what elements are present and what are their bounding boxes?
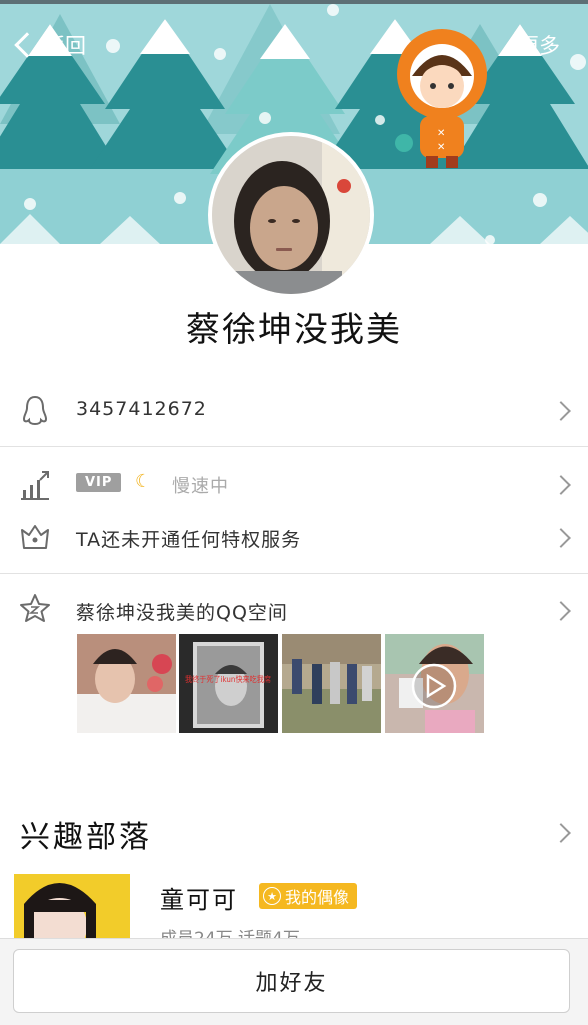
chevron-right-icon bbox=[551, 601, 571, 621]
back-button[interactable]: 返回 bbox=[12, 30, 86, 60]
privileges-text: TA还未开通任何特权服务 bbox=[76, 529, 302, 551]
level-chart-icon bbox=[21, 471, 49, 500]
idol-badge: ★ 我的偶像 bbox=[259, 883, 358, 909]
star-icon: ★ bbox=[263, 887, 281, 905]
crown-icon bbox=[21, 525, 49, 549]
vip-badge: VIP bbox=[76, 473, 122, 492]
qzone-photo[interactable] bbox=[77, 634, 176, 733]
star-icon bbox=[20, 594, 50, 622]
level-row[interactable]: VIP ☾ 慢速中 bbox=[0, 464, 588, 504]
group-avatar[interactable] bbox=[14, 874, 130, 944]
qq-number-row[interactable]: 3457412672 bbox=[0, 390, 588, 430]
qzone-title: 蔡徐坤没我美的QQ空间 bbox=[76, 602, 288, 624]
qzone-photo[interactable] bbox=[282, 634, 381, 733]
profile-nickname: 蔡徐坤没我美 bbox=[186, 310, 402, 350]
add-friend-label: 加好友 bbox=[255, 971, 328, 996]
qzone-photo[interactable]: 我终于死了ikun快来吃我席 bbox=[179, 634, 278, 733]
divider bbox=[0, 573, 588, 574]
privileges-row[interactable]: TA还未开通任何特权服务 bbox=[0, 517, 588, 557]
svg-text:✕: ✕ bbox=[437, 142, 445, 153]
bottom-action-bar: 加好友 bbox=[0, 938, 588, 1025]
chevron-right-icon bbox=[551, 401, 571, 421]
svg-text:✕: ✕ bbox=[437, 128, 445, 139]
divider bbox=[0, 446, 588, 447]
qzone-photo-caption: 我终于死了ikun快来吃我席 bbox=[185, 674, 271, 684]
more-label: 更多 bbox=[518, 34, 560, 58]
penguin-icon bbox=[22, 395, 48, 426]
chevron-right-icon bbox=[551, 475, 571, 495]
moon-icon: ☾ bbox=[135, 471, 152, 492]
chevron-right-icon bbox=[551, 528, 571, 548]
chevron-right-icon[interactable] bbox=[551, 823, 571, 843]
idol-badge-label: 我的偶像 bbox=[285, 888, 350, 907]
chevron-left-icon bbox=[14, 32, 40, 58]
group-name[interactable]: 童可可 bbox=[160, 880, 238, 915]
avatar[interactable] bbox=[208, 132, 374, 298]
play-icon[interactable] bbox=[411, 663, 457, 709]
speed-status: 慢速中 bbox=[172, 476, 229, 497]
back-label: 返回 bbox=[44, 34, 86, 58]
more-button[interactable]: 更多 bbox=[518, 30, 560, 60]
add-friend-button[interactable]: 加好友 bbox=[13, 949, 570, 1013]
qzone-row[interactable]: 蔡徐坤没我美的QQ空间 bbox=[0, 590, 588, 630]
qq-number: 3457412672 bbox=[76, 398, 207, 420]
interest-section-title: 兴趣部落 bbox=[20, 820, 152, 855]
qzone-video[interactable] bbox=[385, 634, 484, 733]
